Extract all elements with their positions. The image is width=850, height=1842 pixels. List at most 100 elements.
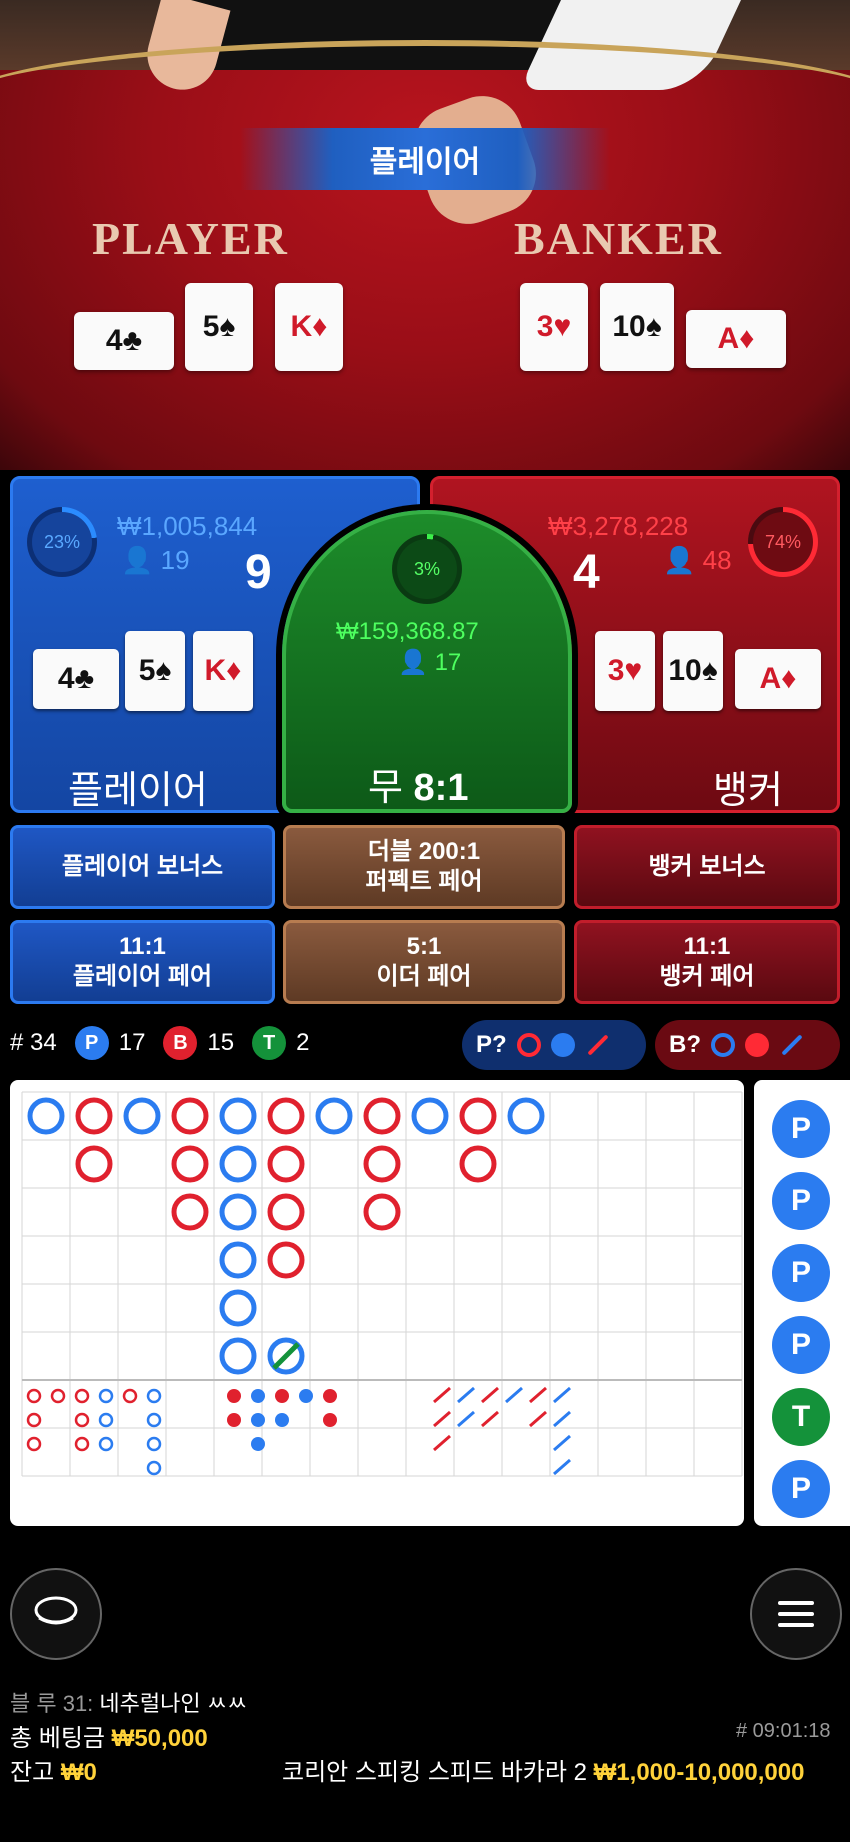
- big-eye-mark: [146, 1436, 162, 1452]
- tie-mark: [272, 1342, 300, 1370]
- cockroach-mark: [553, 1410, 571, 1428]
- small-road-mark: [227, 1413, 241, 1427]
- big-eye-mark: [50, 1388, 66, 1404]
- small-road-mark: [251, 1437, 265, 1451]
- cockroach-mark: [529, 1386, 547, 1404]
- video-banker-card-1: 3 ♥: [520, 283, 588, 371]
- user-icon: 👤: [398, 649, 428, 676]
- banker-pair-bet[interactable]: 11:1 뱅커 페어: [574, 920, 840, 1004]
- tie-payout: 8:1: [413, 767, 469, 809]
- big-road-mark: [219, 1289, 257, 1327]
- video-player-card-2: 5 ♠: [185, 283, 253, 371]
- banker-predict-button[interactable]: B?: [655, 1020, 840, 1070]
- scoreboard-roadmap[interactable]: [10, 1080, 744, 1526]
- bead-road-result: P: [772, 1100, 830, 1158]
- cockroach-mark: [433, 1410, 451, 1428]
- table-banker-label: BANKER: [514, 213, 723, 264]
- bead-road-result: P: [772, 1172, 830, 1230]
- small-road-mark: [251, 1413, 265, 1427]
- big-road-mark: [363, 1193, 401, 1231]
- big-road-mark: [459, 1097, 497, 1135]
- small-road-mark: [323, 1413, 337, 1427]
- big-road-mark: [219, 1097, 257, 1135]
- tie-win-count: 2: [296, 1029, 310, 1056]
- banker-card-3: A♦: [735, 649, 821, 709]
- bead-road[interactable]: PPPPTP: [754, 1080, 850, 1526]
- menu-button[interactable]: [750, 1568, 842, 1660]
- big-eye-mark: [98, 1436, 114, 1452]
- player-card-3: K♦: [193, 631, 253, 711]
- bead-road-result: P: [772, 1460, 830, 1518]
- big-eye-mark: [74, 1388, 90, 1404]
- big-road-mark: [75, 1097, 113, 1135]
- winner-banner: 플레이어: [240, 128, 610, 190]
- table-player-label: PLAYER: [92, 213, 289, 264]
- big-eye-mark: [98, 1412, 114, 1428]
- big-eye-mark: [146, 1412, 162, 1428]
- live-video-feed: 플레이어 PLAYER BANKER 4 ♣ 5 ♠ K ♦ 3 ♥ 10 ♠ A ♦: [0, 0, 850, 470]
- big-road-mark: [219, 1193, 257, 1231]
- player-label: 플레이어: [68, 770, 208, 812]
- big-road-mark: [459, 1145, 497, 1183]
- player-card-1: 4♣: [33, 649, 119, 709]
- banker-score: 4: [573, 546, 600, 599]
- cockroach-mark: [457, 1410, 475, 1428]
- table-name: 코리안 스피킹 스피드 바카라 2: [282, 1759, 587, 1786]
- player-bettor-count: 👤 19: [121, 545, 190, 575]
- big-road-mark: [411, 1097, 449, 1135]
- player-total-amount: ₩1,005,844: [117, 511, 258, 541]
- perfect-pair-bet[interactable]: 더블 200:1 퍼펙트 페어: [283, 825, 565, 909]
- player-card-2: 5♠: [125, 631, 185, 711]
- banker-win-count: 15: [207, 1029, 235, 1056]
- big-eye-mark: [98, 1388, 114, 1404]
- roadmap-grid: [21, 1091, 743, 1477]
- tie-percent-ring: 3%: [392, 534, 462, 604]
- either-pair-bet[interactable]: 5:1 이더 페어: [283, 920, 565, 1004]
- big-road-mark: [219, 1145, 257, 1183]
- banker-percent-ring: 74%: [748, 507, 818, 577]
- big-eye-mark: [26, 1388, 42, 1404]
- small-road-mark: [251, 1389, 265, 1403]
- big-eye-blue-icon: [711, 1033, 735, 1057]
- bead-road-result: T: [772, 1388, 830, 1446]
- cockroach-mark: [433, 1386, 451, 1404]
- big-eye-mark: [26, 1412, 42, 1428]
- banker-card-1: 3♥: [595, 631, 655, 711]
- big-road-mark: [171, 1097, 209, 1135]
- cockroach-red-icon: [587, 1034, 609, 1056]
- player-win-count: 17: [118, 1029, 146, 1056]
- tie-win-icon: T: [252, 1026, 287, 1060]
- big-road-mark: [363, 1145, 401, 1183]
- cockroach-mark: [505, 1386, 523, 1404]
- big-road-mark: [171, 1193, 209, 1231]
- player-pair-bet[interactable]: 11:1 플레이어 페어: [10, 920, 275, 1004]
- small-road-mark: [323, 1389, 337, 1403]
- cockroach-mark: [481, 1410, 499, 1428]
- big-eye-mark: [146, 1460, 162, 1476]
- cockroach-mark: [553, 1458, 571, 1476]
- small-road-blue-icon: [550, 1033, 575, 1057]
- video-player-card-3: K ♦: [275, 283, 343, 371]
- small-road-mark: [275, 1389, 289, 1403]
- player-win-icon: P: [74, 1026, 109, 1060]
- balance: 잔고 ₩0: [10, 1759, 97, 1786]
- cockroach-mark: [529, 1410, 547, 1428]
- round-stats: # 34 P 17 B 15 T 2: [10, 1018, 309, 1068]
- chat-button[interactable]: [10, 1568, 102, 1660]
- big-eye-mark: [26, 1436, 42, 1452]
- banker-bonus-bet[interactable]: 뱅커 보너스: [574, 825, 840, 909]
- player-predict-button[interactable]: P?: [462, 1020, 646, 1070]
- banker-bettor-count: 👤 48: [663, 545, 732, 575]
- big-eye-mark: [74, 1412, 90, 1428]
- big-road-mark: [75, 1145, 113, 1183]
- big-eye-mark: [122, 1388, 138, 1404]
- big-road-mark: [267, 1193, 305, 1231]
- player-bonus-bet[interactable]: 플레이어 보너스: [10, 825, 275, 909]
- video-banker-card-3: A ♦: [686, 310, 786, 368]
- cockroach-mark: [553, 1434, 571, 1452]
- tie-total-amount: ₩159,368.87: [336, 618, 479, 645]
- tie-bet-spot[interactable]: 3% ₩159,368.87 👤 17 무 8:1: [282, 510, 572, 813]
- big-road-mark: [267, 1145, 305, 1183]
- big-road-mark: [219, 1241, 257, 1279]
- big-road-mark: [267, 1097, 305, 1135]
